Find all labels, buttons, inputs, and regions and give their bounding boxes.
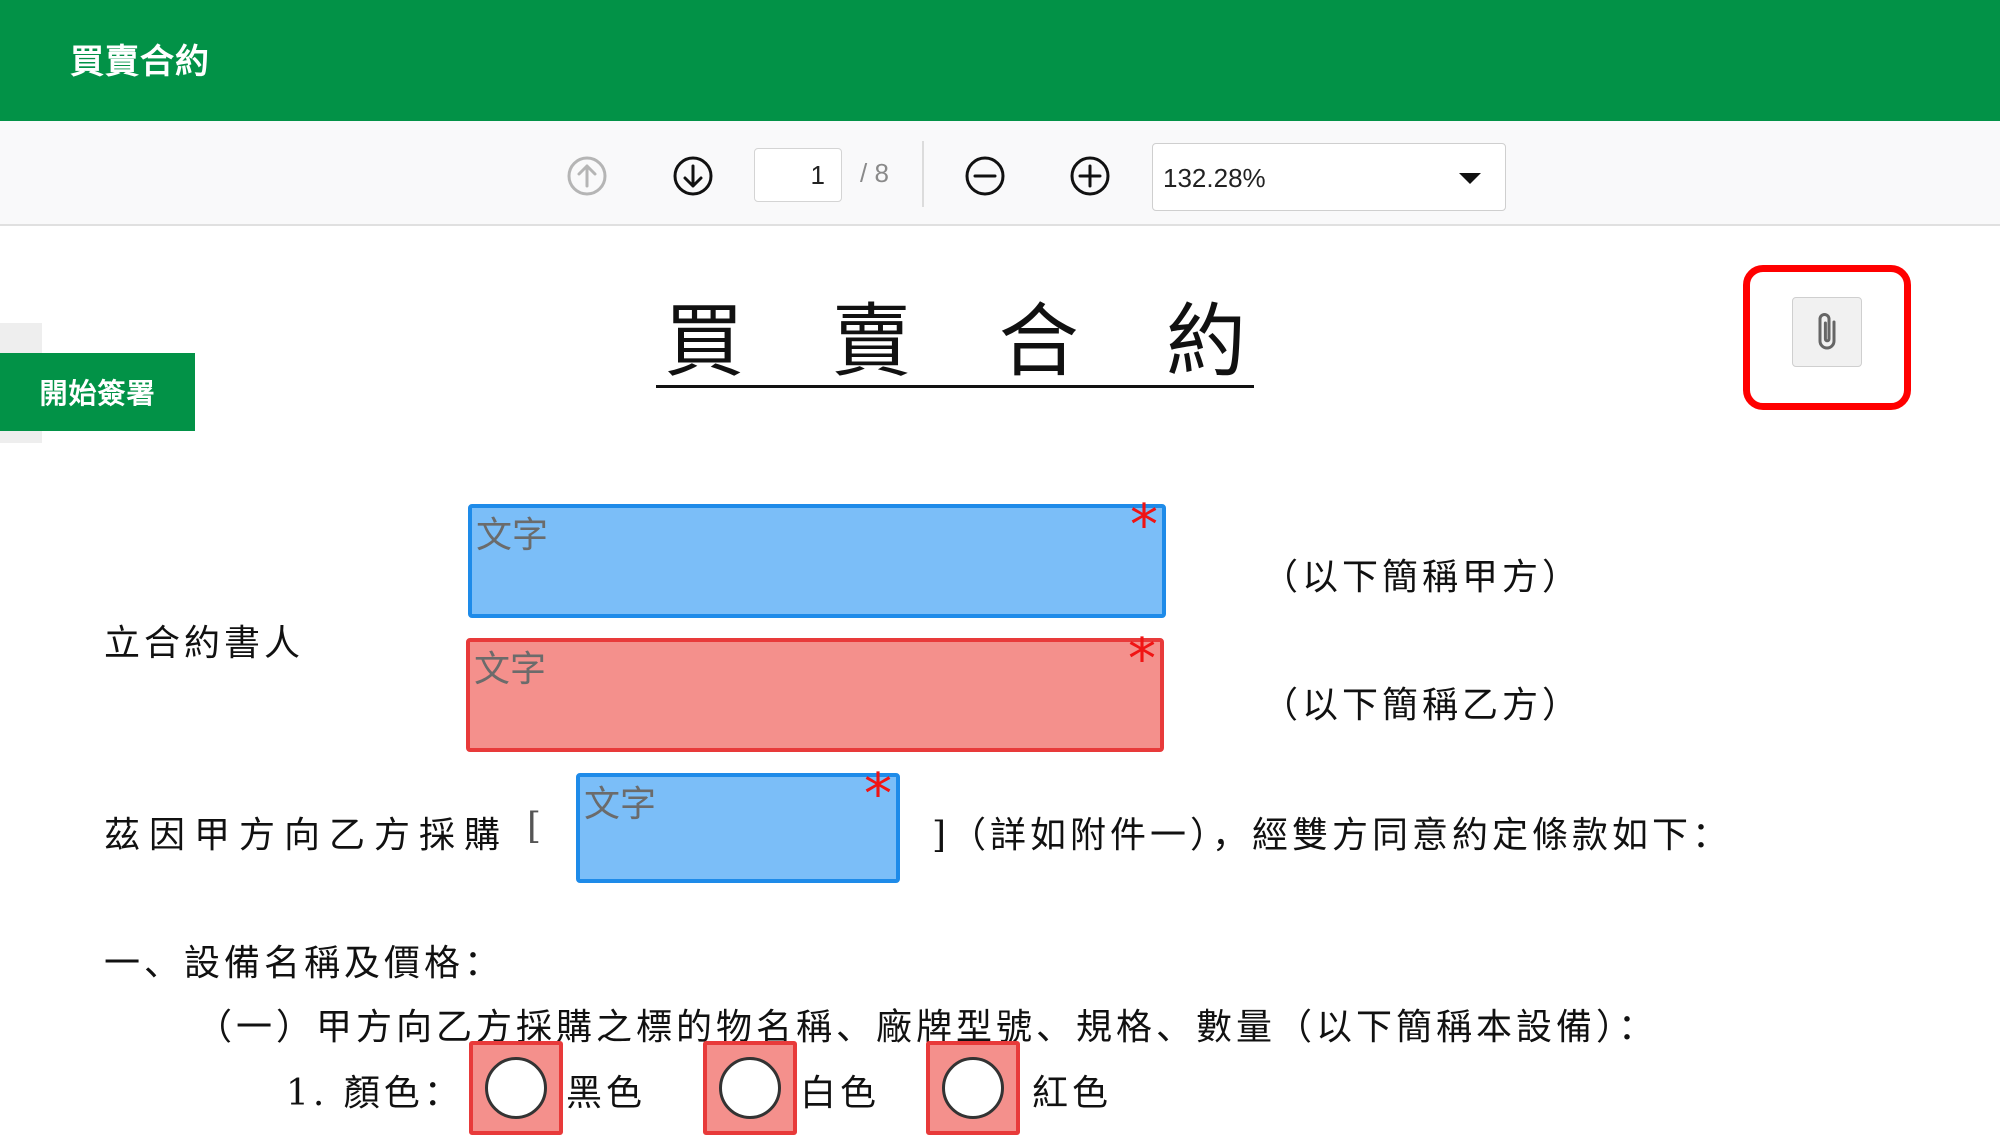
field-placeholder: 文字 [474, 649, 547, 690]
start-signing-button[interactable]: 開始簽署 [0, 353, 195, 431]
party-a-suffix: （以下簡稱甲方） [1262, 557, 1583, 598]
field-placeholder: 文字 [476, 515, 549, 556]
chevron-down-icon [1459, 173, 1481, 184]
color-black-radio[interactable] [469, 1041, 563, 1135]
party-a-text-field[interactable]: 文字 * [468, 498, 1166, 618]
title-char: 合 [998, 295, 1079, 388]
pdf-toolbar: 1 / 8 132.28% [0, 121, 2000, 226]
purchase-item-text-field[interactable]: 文字 * [576, 767, 900, 883]
field-placeholder: 文字 [584, 784, 657, 825]
zoom-select[interactable]: 132.28% [1152, 143, 1506, 211]
previous-page-button[interactable] [565, 154, 609, 198]
bracket-open: [ [527, 806, 546, 847]
zoom-in-button[interactable] [1068, 154, 1112, 198]
app-header: 買賣合約 [0, 0, 2000, 121]
zoom-value: 132.28% [1163, 163, 1266, 193]
zoom-out-icon [965, 156, 1005, 196]
required-mark: * [1130, 493, 1158, 558]
app-title: 買賣合約 [70, 42, 210, 82]
document-title: 買 賣 合 約 [656, 296, 1254, 388]
attachment-button[interactable] [1792, 297, 1862, 367]
toolbar-divider [922, 141, 924, 207]
arrow-up-circle-icon [567, 156, 607, 196]
zoom-out-button[interactable] [963, 154, 1007, 198]
next-page-button[interactable] [671, 154, 715, 198]
color-option-black: 黑色 [566, 1073, 647, 1114]
zoom-in-icon [1070, 156, 1110, 196]
radio-circle [719, 1057, 781, 1119]
party-b-text-field[interactable]: 文字 * [466, 632, 1164, 752]
title-char: 買 [664, 295, 744, 388]
item1-label: 1. 顏色： [286, 1073, 464, 1114]
title-char: 賣 [831, 295, 912, 388]
purchase-prefix: 茲因甲方向乙方採購 [104, 815, 510, 856]
section1-title: 一、設備名稱及價格： [104, 943, 505, 984]
color-red-radio[interactable] [926, 1041, 1020, 1135]
color-white-radio[interactable] [703, 1041, 797, 1135]
required-mark: * [864, 762, 892, 827]
paperclip-icon [1818, 313, 1836, 350]
purchase-suffix: ]（詳如附件一），經雙方同意約定條款如下： [932, 815, 1733, 856]
party-label: 立合約書人 [104, 623, 305, 664]
arrow-down-circle-icon [673, 156, 713, 196]
radio-circle [485, 1057, 547, 1119]
party-b-suffix: （以下簡稱乙方） [1262, 685, 1583, 726]
page-number-input[interactable]: 1 [754, 148, 842, 202]
title-char: 約 [1165, 295, 1246, 388]
radio-circle [942, 1057, 1004, 1119]
required-mark: * [1128, 627, 1156, 692]
color-option-white: 白色 [800, 1073, 881, 1114]
color-option-red: 紅色 [1032, 1073, 1113, 1114]
page-total: / 8 [860, 158, 889, 188]
